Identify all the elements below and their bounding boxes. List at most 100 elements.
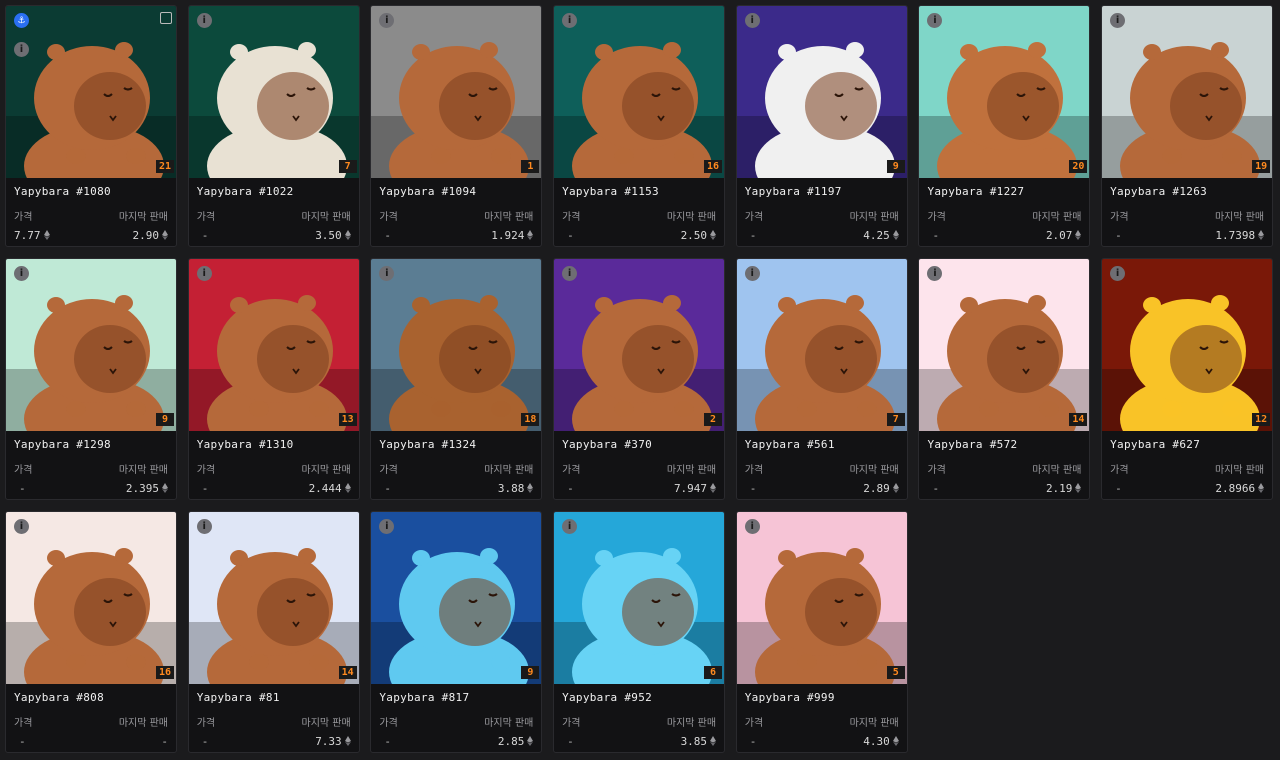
capybara-artwork [6, 512, 176, 684]
nft-card-4[interactable]: i 16 Yapybara #1153 가격 마지막 판매 - 2.50 [553, 5, 726, 247]
nft-name[interactable]: Yapybara #627 [1110, 438, 1264, 451]
last-sale-value: 3.50 [315, 229, 351, 242]
price-label: 가격 [196, 465, 216, 476]
nft-image[interactable]: i 14 [919, 259, 1090, 431]
info-icon[interactable]: i [196, 266, 212, 281]
nft-name[interactable]: Yapybara #952 [562, 691, 716, 704]
nft-card-3[interactable]: i 1 Yapybara #1094 가격 마지막 판매 - 1.924 [370, 5, 543, 247]
nft-image[interactable]: i 9 [371, 512, 542, 684]
nft-image[interactable]: i 6 [554, 512, 725, 684]
nft-card-10[interactable]: i 18 Yapybara #1324 가격 마지막 판매 - 3.88 [370, 258, 543, 500]
nft-name[interactable]: Yapybara #1094 [379, 185, 533, 198]
nft-name[interactable]: Yapybara #561 [745, 438, 899, 451]
info-icon[interactable]: i [14, 266, 29, 281]
capybara-artwork [554, 512, 725, 684]
nft-card-9[interactable]: i 13 Yapybara #1310 가격 마지막 판매 - 2.444 [187, 258, 360, 500]
info-icon[interactable]: i [744, 13, 760, 28]
rank-badge: 14 [338, 666, 357, 679]
last-sale-label: 마지막 판매 [666, 212, 717, 223]
rank-badge: 18 [521, 413, 540, 426]
info-icon[interactable]: i [196, 519, 212, 534]
nft-image[interactable]: i 7 [736, 259, 907, 431]
nft-name[interactable]: Yapybara #1227 [927, 185, 1081, 198]
nft-image[interactable]: i 13 [188, 259, 359, 431]
nft-image[interactable]: i 5 [736, 512, 907, 684]
nft-name[interactable]: Yapybara #572 [927, 438, 1081, 451]
capybara-artwork [554, 259, 725, 431]
nft-card-13[interactable]: i 14 Yapybara #572 가격 마지막 판매 - 2.19 [918, 258, 1091, 500]
nft-card-11[interactable]: i 2 Yapybara #370 가격 마지막 판매 - 7.947 [553, 258, 726, 500]
price-value: - [384, 229, 391, 242]
info-icon[interactable]: i [744, 519, 760, 534]
nft-card-18[interactable]: i 6 Yapybara #952 가격 마지막 판매 - 3.85 [553, 511, 726, 753]
nft-name[interactable]: Yapybara #1298 [14, 438, 168, 451]
nft-name[interactable]: Yapybara #1197 [745, 185, 899, 198]
capybara-artwork [188, 512, 359, 684]
nft-image[interactable]: i 9 [736, 6, 907, 178]
nft-card-14[interactable]: i 12 Yapybara #627 가격 마지막 판매 - 2.8966 [1101, 258, 1274, 500]
last-sale-value: 3.88 [498, 482, 534, 495]
nft-image[interactable]: i 9 [6, 259, 176, 431]
select-checkbox[interactable] [160, 12, 172, 24]
capybara-artwork [1102, 259, 1273, 431]
nft-image[interactable]: i 16 [6, 512, 176, 684]
nft-name[interactable]: Yapybara #1022 [197, 185, 351, 198]
info-icon[interactable]: i [14, 519, 29, 534]
nft-image[interactable]: i 20 [919, 6, 1090, 178]
nft-card-19[interactable]: i 5 Yapybara #999 가격 마지막 판매 - 4.30 [735, 511, 908, 753]
info-icon[interactable]: i [562, 519, 578, 534]
eth-icon [1258, 483, 1265, 493]
nft-card-1[interactable]: i 21 ⚓ Yapybara #1080 가격 마지막 판매 7.77 2.9… [5, 5, 177, 247]
nft-image[interactable]: i 18 [371, 259, 542, 431]
last-sale-label: 마지막 판매 [118, 718, 168, 729]
nft-name[interactable]: Yapybara #817 [379, 691, 533, 704]
nft-name[interactable]: Yapybara #370 [562, 438, 716, 451]
nft-image[interactable]: i 16 [554, 6, 725, 178]
nft-name[interactable]: Yapybara #808 [14, 691, 168, 704]
info-icon[interactable]: i [196, 13, 212, 28]
nft-card-17[interactable]: i 9 Yapybara #817 가격 마지막 판매 - 2.85 [370, 511, 543, 753]
nft-image[interactable]: i 2 [554, 259, 725, 431]
nft-image[interactable]: i 19 [1102, 6, 1273, 178]
rank-badge: 13 [338, 413, 357, 426]
capybara-artwork [919, 6, 1090, 178]
nft-name[interactable]: Yapybara #1324 [379, 438, 533, 451]
nft-name[interactable]: Yapybara #999 [745, 691, 899, 704]
nft-card-2[interactable]: i 7 Yapybara #1022 가격 마지막 판매 - 3.50 [187, 5, 360, 247]
nft-image[interactable]: i 12 [1102, 259, 1273, 431]
nft-name[interactable]: Yapybara #1153 [562, 185, 716, 198]
nft-image[interactable]: i 1 [371, 6, 542, 178]
nft-card-16[interactable]: i 14 Yapybara #81 가격 마지막 판매 - 7.33 [187, 511, 360, 753]
info-icon[interactable]: i [744, 266, 760, 281]
nft-card-5[interactable]: i 9 Yapybara #1197 가격 마지막 판매 - 4.25 [735, 5, 908, 247]
info-icon[interactable]: i [14, 42, 29, 57]
capybara-artwork [188, 6, 359, 178]
last-sale-label: 마지막 판매 [484, 718, 534, 729]
nft-image[interactable]: i 14 [188, 512, 359, 684]
capybara-artwork [371, 512, 542, 684]
price-label: 가격 [379, 212, 398, 223]
eth-icon [892, 736, 899, 746]
last-sale-label: 마지막 판매 [1214, 212, 1265, 223]
nft-name[interactable]: Yapybara #1080 [14, 185, 168, 198]
eth-icon [892, 483, 899, 493]
eth-icon [527, 483, 534, 493]
chain-badge-icon: ⚓ [14, 13, 29, 28]
nft-name[interactable]: Yapybara #1263 [1110, 185, 1264, 198]
nft-card-6[interactable]: i 20 Yapybara #1227 가격 마지막 판매 - 2.07 [918, 5, 1091, 247]
nft-image[interactable]: i 7 [188, 6, 359, 178]
nft-name[interactable]: Yapybara #1310 [197, 438, 351, 451]
price-label: 가격 [14, 212, 33, 223]
nft-name[interactable]: Yapybara #81 [197, 691, 351, 704]
nft-card-15[interactable]: i 16 Yapybara #808 가격 마지막 판매 - - [5, 511, 177, 753]
last-sale-label: 마지막 판매 [118, 212, 168, 223]
capybara-artwork [188, 259, 359, 431]
info-icon[interactable]: i [562, 13, 578, 28]
info-glyph: i [567, 521, 572, 532]
nft-card-8[interactable]: i 9 Yapybara #1298 가격 마지막 판매 - 2.395 [5, 258, 177, 500]
info-icon[interactable]: i [562, 266, 578, 281]
nft-card-12[interactable]: i 7 Yapybara #561 가격 마지막 판매 - 2.89 [735, 258, 908, 500]
rank-badge: 7 [338, 160, 357, 173]
nft-card-7[interactable]: i 19 Yapybara #1263 가격 마지막 판매 - 1.7398 [1101, 5, 1274, 247]
nft-image[interactable]: i 21 ⚓ [6, 6, 176, 178]
